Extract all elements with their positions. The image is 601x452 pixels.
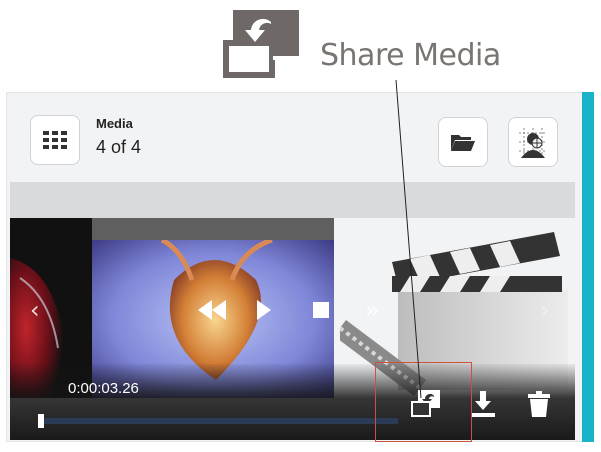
play-icon[interactable] xyxy=(257,300,271,320)
media-title: Media xyxy=(96,116,133,131)
delete-icon xyxy=(528,391,550,417)
folder-icon xyxy=(451,135,475,151)
carousel-header-strip xyxy=(10,182,575,218)
share-media-callout-icon xyxy=(223,10,299,78)
delete-button[interactable] xyxy=(522,387,556,421)
progress-track[interactable] xyxy=(38,418,398,424)
open-folder-button[interactable] xyxy=(438,117,488,167)
callout-label: Share Media xyxy=(320,38,501,73)
anatomy-button[interactable] xyxy=(508,117,558,167)
grid-view-button[interactable] xyxy=(30,115,80,165)
stop-icon[interactable] xyxy=(313,302,329,318)
accent-bar xyxy=(582,92,594,442)
download-icon xyxy=(471,391,495,417)
media-count: 4 of 4 xyxy=(96,137,142,157)
fast-forward-icon[interactable]: » xyxy=(365,296,380,324)
timecode: 0:00:03.26 xyxy=(68,380,139,397)
grid-icon xyxy=(43,131,67,149)
progress-knob[interactable] xyxy=(38,414,44,428)
anatomy-icon xyxy=(519,128,547,158)
next-arrow-icon[interactable]: › xyxy=(540,296,550,324)
share-icon xyxy=(411,390,440,417)
rewind-icon[interactable] xyxy=(198,300,226,320)
share-media-button[interactable] xyxy=(407,387,443,421)
download-button[interactable] xyxy=(466,387,500,421)
previous-arrow-icon[interactable]: ‹ xyxy=(30,296,40,324)
